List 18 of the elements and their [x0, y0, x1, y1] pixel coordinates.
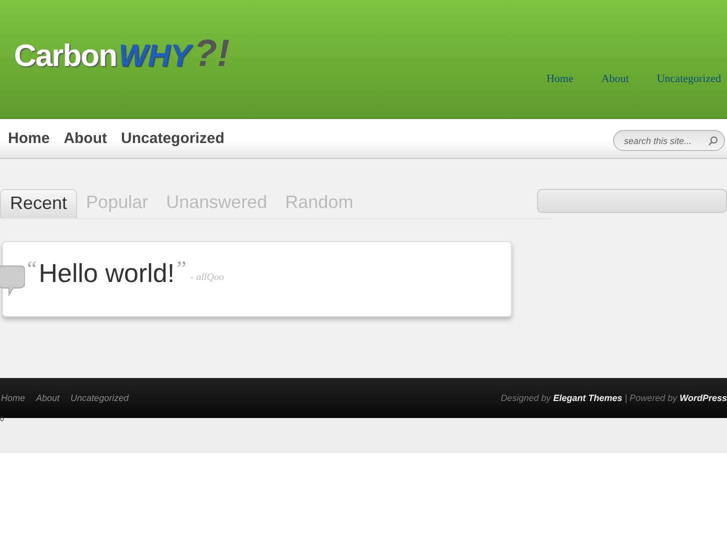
header-link[interactable]: About — [601, 73, 629, 85]
footer-link[interactable]: About — [36, 393, 60, 403]
search-icon[interactable] — [708, 136, 718, 146]
search-field[interactable]: search this site... — [613, 130, 725, 151]
nav-link[interactable]: About — [64, 130, 108, 147]
footer-link[interactable]: Uncategorized — [70, 393, 129, 403]
post-title[interactable]: Hello world! — [38, 258, 175, 288]
footer-credit: Designed by Elegant Themes | Powered by WordPress — [500, 393, 727, 403]
close-quote-mark: ” — [176, 256, 186, 282]
tab[interactable]: Recent — [0, 189, 78, 218]
header-link[interactable]: Uncategorized — [656, 73, 721, 85]
post-author: - allQoo — [190, 272, 224, 282]
header-link[interactable]: Home — [546, 73, 574, 85]
open-quote-mark: “ — [27, 256, 37, 282]
nav-link[interactable]: Uncategorized — [121, 130, 224, 147]
nav-link[interactable]: Home — [8, 130, 50, 147]
footer-link[interactable]: Home — [1, 393, 26, 403]
site-logo[interactable]: CarbonWHY?! — [14, 32, 230, 76]
